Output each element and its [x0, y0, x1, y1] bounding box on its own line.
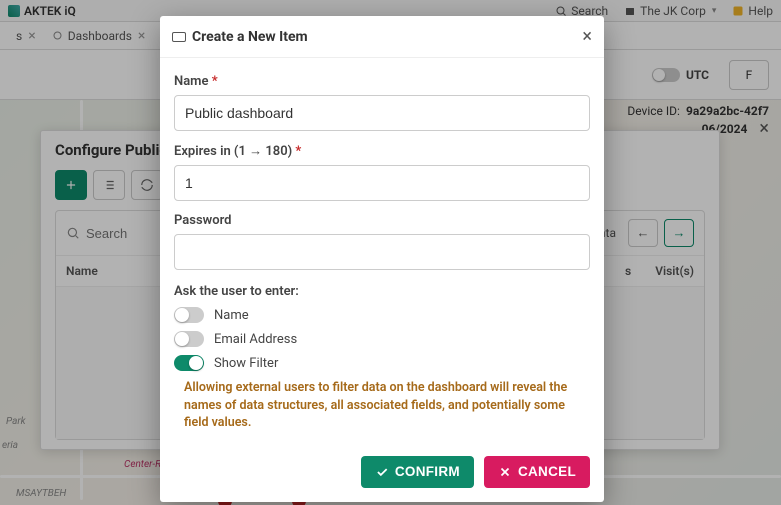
- modal-title-text: Create a New Item: [192, 29, 308, 45]
- cancel-label: CANCEL: [518, 464, 576, 479]
- cancel-button[interactable]: CANCEL: [484, 456, 590, 488]
- password-label: Password: [174, 213, 590, 228]
- toggle-email[interactable]: [174, 331, 204, 347]
- create-item-modal: Create a New Item × Name * Expires in (1…: [160, 16, 604, 502]
- ask-label: Ask the user to enter:: [174, 284, 590, 299]
- modal-title: Create a New Item: [172, 29, 308, 45]
- form-icon: [172, 32, 186, 42]
- confirm-button[interactable]: CONFIRM: [361, 456, 474, 488]
- expires-input[interactable]: [174, 165, 590, 201]
- toggle-filter[interactable]: [174, 355, 204, 371]
- name-label: Name *: [174, 74, 590, 89]
- expires-label: Expires in (1 → 180) *: [174, 143, 590, 159]
- toggle-name-label: Name: [214, 308, 249, 323]
- name-input[interactable]: [174, 95, 590, 131]
- confirm-label: CONFIRM: [395, 464, 460, 479]
- check-icon: [375, 465, 389, 479]
- warning-text: Allowing external users to filter data o…: [176, 379, 588, 432]
- toggle-name[interactable]: [174, 307, 204, 323]
- toggle-filter-label: Show Filter: [214, 356, 278, 371]
- close-button[interactable]: ×: [582, 26, 592, 47]
- toggle-email-label: Email Address: [214, 332, 297, 347]
- password-input[interactable]: [174, 234, 590, 270]
- x-icon: [498, 465, 512, 479]
